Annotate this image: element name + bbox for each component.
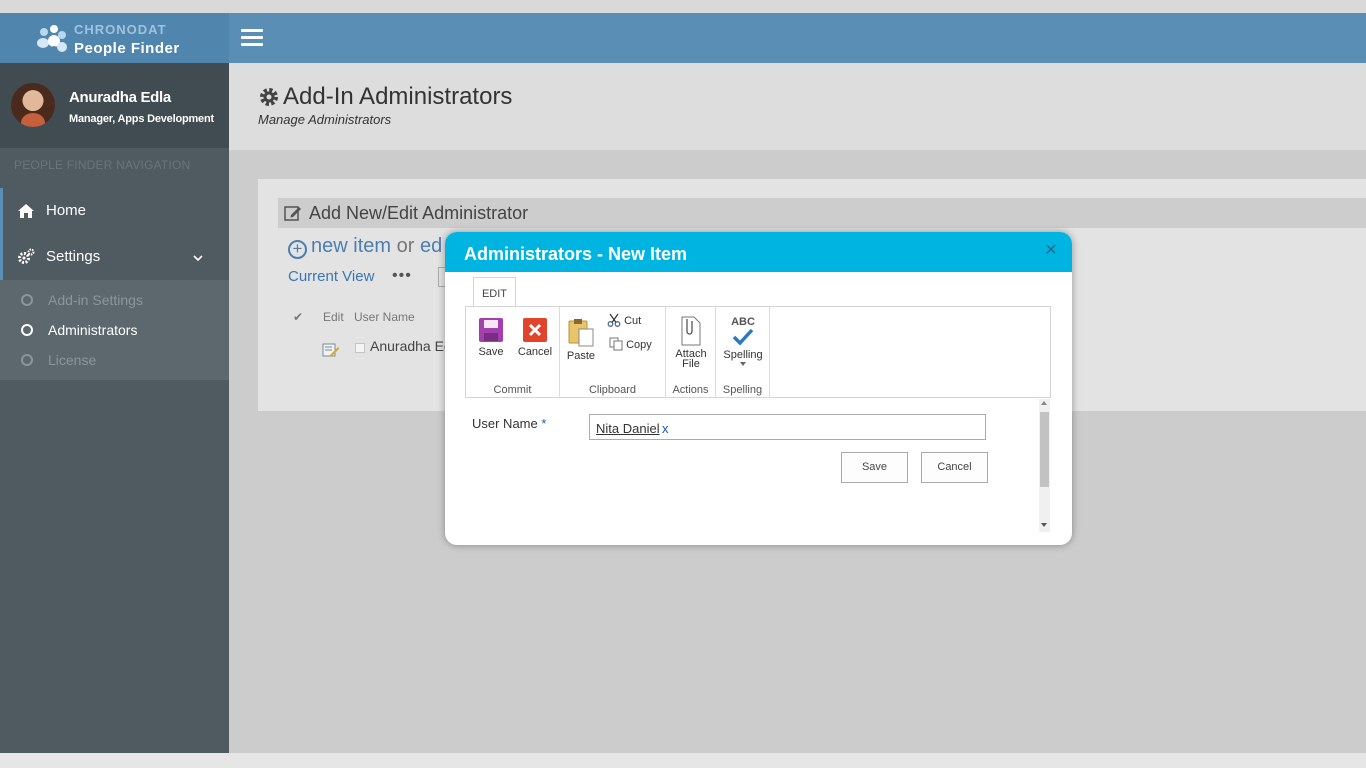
new-item-dialog: Administrators - New Item ✕ EDIT Save Ca… <box>445 232 1072 545</box>
user-name-field[interactable]: Nita Daniel x <box>589 414 986 440</box>
ribbon-group-actions: Attach File Actions <box>666 307 716 398</box>
ribbon-save-button[interactable]: Save <box>474 317 508 358</box>
ribbon-button-label: File <box>682 358 700 370</box>
user-name-value[interactable]: Nita Daniel <box>596 421 660 436</box>
people-logo-icon <box>37 25 67 52</box>
required-mark: * <box>541 416 547 431</box>
brand-logo-area[interactable]: CHRONODAT People Finder <box>0 13 229 63</box>
checkmark-icon <box>732 328 754 346</box>
ribbon-button-label: Save <box>478 346 504 358</box>
dialog-scrollbar[interactable] <box>1039 399 1050 532</box>
cancel-button[interactable]: Cancel <box>921 452 988 483</box>
sidebar-item-label: License <box>48 352 97 368</box>
scroll-up-arrow-icon[interactable] <box>1041 401 1047 405</box>
ribbon-group-label: Commit <box>493 384 532 396</box>
edit-icon <box>284 206 301 221</box>
profile-name: Anuradha Edla <box>69 89 171 106</box>
sidebar-item-label: Add-in Settings <box>48 292 143 308</box>
select-all-check-icon[interactable]: ✔ <box>293 310 303 324</box>
new-item-row: + new item or ed <box>288 235 442 259</box>
attach-file-icon <box>681 316 701 346</box>
panel-header: Add New/Edit Administrator <box>278 198 1366 228</box>
table-cell-user-name[interactable]: Anuradha Ed <box>370 338 452 354</box>
bottom-strip <box>0 753 1366 768</box>
ribbon-button-label: Cancel <box>517 346 553 358</box>
sidebar-item-label: Settings <box>46 248 101 265</box>
dropdown-arrow-icon <box>740 362 746 366</box>
new-item-link[interactable]: new item <box>311 235 391 257</box>
paste-icon <box>568 319 594 347</box>
ribbon-button-label: Paste <box>566 350 596 362</box>
sidebar-item-administrators[interactable]: Administrators <box>0 316 229 346</box>
more-options-icon[interactable]: ••• <box>392 267 412 285</box>
circle-icon <box>21 354 33 366</box>
circle-icon <box>21 324 33 336</box>
save-button[interactable]: Save <box>841 452 908 483</box>
sidebar-item-settings[interactable]: Settings <box>0 234 229 280</box>
gear-icon <box>260 88 278 106</box>
chevron-down-icon[interactable] <box>193 253 203 263</box>
scroll-down-arrow-icon[interactable] <box>1041 523 1047 527</box>
user-profile: Anuradha Edla Manager, Apps Development <box>0 63 229 148</box>
cancel-icon <box>523 318 547 342</box>
sidebar-item-label: Administrators <box>48 322 138 338</box>
user-name-label-text: User Name <box>472 416 538 431</box>
nav-heading: PEOPLE FINDER NAVIGATION <box>14 158 191 172</box>
brand-name: CHRONODAT <box>74 22 167 37</box>
settings-submenu: Add-in Settings Administrators License <box>0 280 229 380</box>
ribbon-group-label: Spelling <box>722 384 763 396</box>
ribbon-group-label: Actions <box>672 384 709 396</box>
dialog-header: Administrators - New Item ✕ <box>445 232 1072 272</box>
ribbon-cut-button[interactable]: Cut <box>607 313 641 327</box>
edit-item-icon[interactable] <box>322 342 340 358</box>
edit-list-link[interactable]: ed <box>420 235 442 257</box>
ribbon-button-label: Spelling <box>723 349 763 361</box>
page-subtitle: Manage Administrators <box>258 112 392 127</box>
ribbon-cancel-button[interactable]: Cancel <box>516 317 554 358</box>
remove-user-icon[interactable]: x <box>662 421 669 436</box>
save-icon <box>479 318 503 342</box>
scissors-icon <box>607 313 621 327</box>
current-view-link[interactable]: Current View <box>288 268 374 285</box>
ribbon-copy-button[interactable]: Copy <box>609 337 652 351</box>
ribbon-group-clipboard: Paste Cut Copy Clipboard <box>560 307 666 398</box>
or-text: or <box>396 235 415 257</box>
close-icon[interactable]: ✕ <box>1043 243 1059 259</box>
profile-role: Manager, Apps Development <box>69 113 214 125</box>
home-icon <box>18 204 34 218</box>
ribbon-button-label: Cut <box>624 315 642 327</box>
page-header: Add-In Administrators Manage Administrat… <box>229 63 1366 151</box>
brand-product: People Finder <box>74 40 180 57</box>
ribbon-group-commit: Save Cancel Commit <box>466 307 560 398</box>
scrollbar-thumb[interactable] <box>1040 412 1049 487</box>
ribbon-group-label: Clipboard <box>588 384 637 396</box>
ribbon-spelling-button[interactable]: ABC Spelling <box>720 316 766 366</box>
ribbon: Save Cancel Commit Paste Cut Copy Clipbo… <box>465 306 1051 398</box>
panel-title: Add New/Edit Administrator <box>309 203 529 223</box>
avatar <box>11 83 55 127</box>
row-checkbox[interactable] <box>355 343 365 353</box>
page-title: Add-In Administrators <box>283 83 513 110</box>
sidebar-item-label: Home <box>46 202 87 219</box>
ribbon-button-label: Copy <box>626 339 652 351</box>
circle-icon <box>21 294 33 306</box>
sidebar-item-add-in-settings[interactable]: Add-in Settings <box>0 286 229 316</box>
sidebar-item-home[interactable]: Home <box>0 188 229 234</box>
hamburger-menu-icon[interactable] <box>241 29 263 47</box>
dialog-title: Administrators - New Item <box>464 244 688 264</box>
abc-text: ABC <box>731 316 755 328</box>
sidebar: Anuradha Edla Manager, Apps Development … <box>0 63 229 753</box>
gears-icon <box>18 248 35 264</box>
copy-icon <box>609 337 623 351</box>
ribbon-paste-button[interactable]: Paste <box>564 317 598 362</box>
column-header-user-name[interactable]: User Name <box>354 310 415 324</box>
user-name-label: User Name * <box>472 416 546 431</box>
column-header-edit: Edit <box>323 310 344 324</box>
tab-edit[interactable]: EDIT <box>473 277 516 307</box>
sidebar-item-license[interactable]: License <box>0 346 229 376</box>
plus-circle-icon[interactable]: + <box>288 240 307 259</box>
top-bar: CHRONODAT People Finder <box>0 13 1366 63</box>
ribbon-attach-file-button[interactable]: Attach File <box>672 315 710 370</box>
ribbon-group-spelling: ABC Spelling Spelling <box>716 307 770 398</box>
